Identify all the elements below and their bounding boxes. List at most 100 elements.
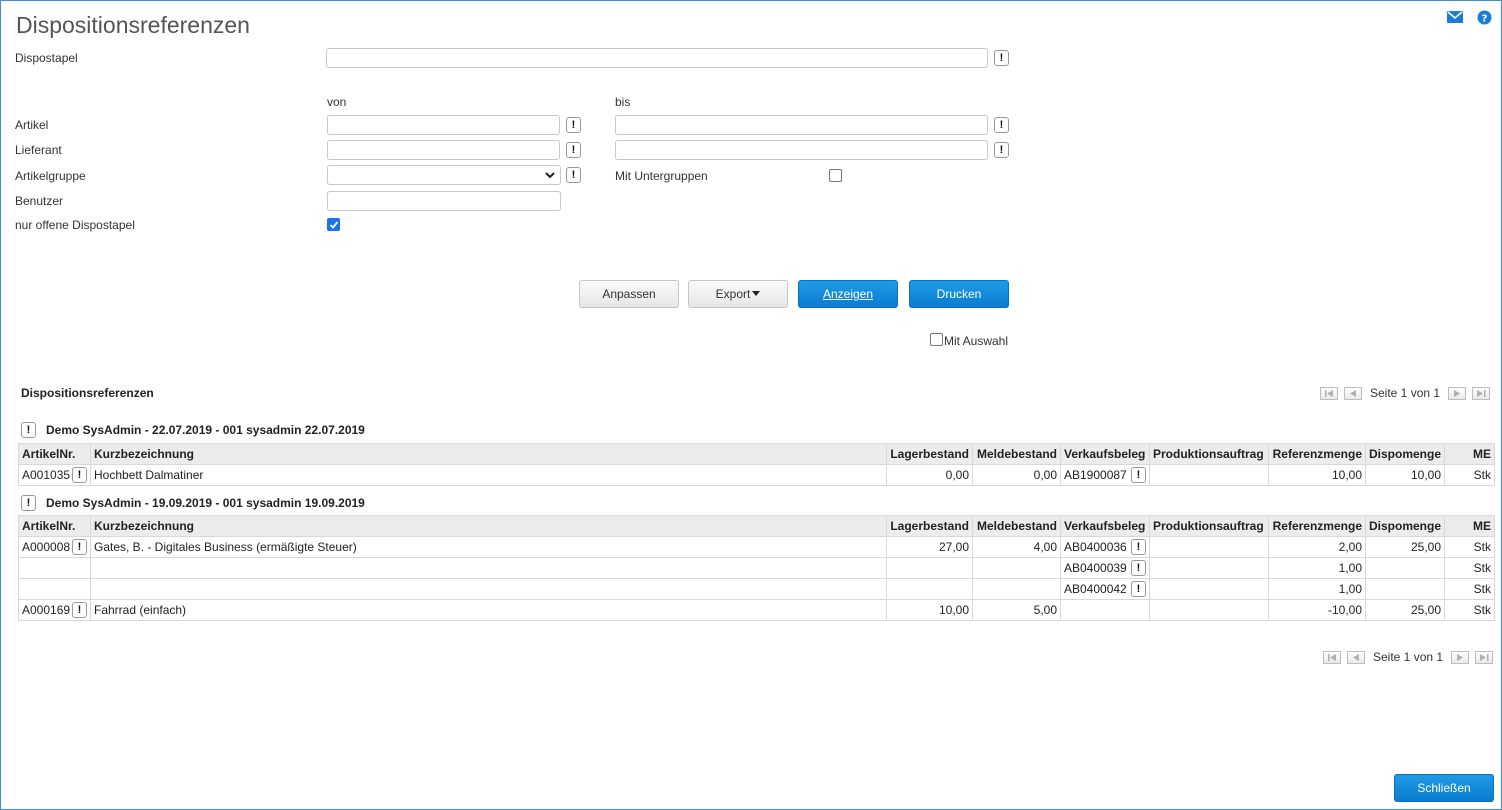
dispomenge-cell: 25,00 xyxy=(1365,599,1445,621)
artikel-bis-input[interactable] xyxy=(615,115,988,135)
column-header[interactable]: Lagerbestand xyxy=(886,515,973,537)
next-page-icon xyxy=(1457,653,1464,661)
column-header[interactable]: Referenzmenge xyxy=(1268,515,1366,537)
me-cell: Stk xyxy=(1444,557,1495,579)
artikelgruppe-select[interactable] xyxy=(327,165,561,185)
next-page-button[interactable] xyxy=(1448,386,1467,400)
nur-offene-checkbox[interactable] xyxy=(327,218,340,231)
table-row[interactable]: AB0400039! 1,00 Stk xyxy=(18,557,1495,579)
meldebestand-cell: 0,00 xyxy=(972,464,1061,486)
column-header[interactable]: Verkaufsbeleg xyxy=(1060,515,1150,537)
export-button[interactable]: Export xyxy=(688,280,788,308)
column-header[interactable]: ArtikelNr. xyxy=(18,515,91,537)
artikel-info-button[interactable]: ! xyxy=(72,467,87,483)
verkaufsbeleg-info-button[interactable]: ! xyxy=(1131,581,1146,597)
dispostapel-lookup-button[interactable]: ! xyxy=(994,50,1009,66)
column-header[interactable]: ArtikelNr. xyxy=(18,443,91,465)
help-icon[interactable]: ? xyxy=(1477,10,1493,25)
artikelnr-cell xyxy=(18,578,91,600)
mit-auswahl-checkbox[interactable] xyxy=(930,333,943,346)
checkmark-icon xyxy=(329,221,339,229)
artikel-bis-lookup-button[interactable]: ! xyxy=(994,117,1009,133)
lagerbestand-cell: 10,00 xyxy=(886,599,973,621)
lieferant-bis-lookup-button[interactable]: ! xyxy=(994,142,1009,158)
column-header[interactable]: Lagerbestand xyxy=(886,443,973,465)
first-page-button[interactable] xyxy=(1320,386,1338,400)
last-page-icon xyxy=(1479,653,1489,661)
table-header-row: ArtikelNr. Kurzbezeichnung Lagerbestand … xyxy=(18,443,1495,465)
verkaufsbeleg-cell: AB0400036 xyxy=(1064,540,1127,554)
lagerbestand-cell: 27,00 xyxy=(886,536,973,558)
column-header[interactable]: Verkaufsbeleg xyxy=(1060,443,1150,465)
meldebestand-cell: 4,00 xyxy=(972,536,1061,558)
von-label: von xyxy=(327,95,347,109)
produktionsauftrag-cell xyxy=(1149,578,1269,600)
kurzbezeichnung-cell: Hochbett Dalmatiner xyxy=(90,464,887,486)
pager-bottom: Seite 1 von 1 xyxy=(1323,650,1499,664)
column-header[interactable]: Produktionsauftrag xyxy=(1149,443,1269,465)
meldebestand-cell: 5,00 xyxy=(972,599,1061,621)
column-header[interactable]: ME xyxy=(1444,443,1495,465)
table-row[interactable]: AB0400042! 1,00 Stk xyxy=(18,578,1495,600)
mit-auswahl-label: Mit Auswahl xyxy=(944,334,1009,348)
column-header[interactable]: Kurzbezeichnung xyxy=(90,515,887,537)
group-2-table: ArtikelNr. Kurzbezeichnung Lagerbestand … xyxy=(18,515,1495,621)
column-header[interactable]: Meldebestand xyxy=(972,443,1061,465)
artikel-info-button[interactable]: ! xyxy=(72,602,87,618)
prev-page-icon xyxy=(1350,389,1356,397)
artikelgruppe-lookup-button[interactable]: ! xyxy=(566,167,581,183)
group-2-info-button[interactable]: ! xyxy=(21,495,36,511)
artikelnr-cell: A000008 xyxy=(22,540,71,554)
column-header[interactable]: Referenzmenge xyxy=(1268,443,1366,465)
group-1-info-button[interactable]: ! xyxy=(21,422,36,438)
table-row[interactable]: A001035! Hochbett Dalmatiner 0,00 0,00 A… xyxy=(18,464,1495,486)
verkaufsbeleg-info-button[interactable]: ! xyxy=(1131,467,1146,483)
mail-icon[interactable] xyxy=(1447,11,1463,25)
artikel-info-button[interactable]: ! xyxy=(72,539,87,555)
me-cell: Stk xyxy=(1444,464,1495,486)
first-page-button[interactable] xyxy=(1323,650,1341,664)
schliessen-button[interactable]: Schließen xyxy=(1394,774,1494,802)
verkaufsbeleg-info-button[interactable]: ! xyxy=(1131,539,1146,555)
last-page-icon xyxy=(1476,389,1486,397)
anpassen-button[interactable]: Anpassen xyxy=(579,280,679,308)
column-header[interactable]: Dispomenge xyxy=(1365,443,1445,465)
mit-untergruppen-checkbox[interactable] xyxy=(829,169,842,182)
last-page-button[interactable] xyxy=(1472,386,1491,400)
verkaufsbeleg-cell xyxy=(1060,599,1150,621)
column-header[interactable]: Meldebestand xyxy=(972,515,1061,537)
table-row[interactable]: A000169! Fahrrad (einfach) 10,00 5,00 -1… xyxy=(18,599,1495,621)
anzeigen-button[interactable]: Anzeigen xyxy=(798,280,898,308)
kurzbezeichnung-cell xyxy=(90,557,887,579)
artikel-label: Artikel xyxy=(15,118,49,132)
group-1-title: Demo SysAdmin - 22.07.2019 - 001 sysadmi… xyxy=(46,423,365,437)
lieferant-von-input[interactable] xyxy=(327,140,560,160)
dispomenge-cell: 25,00 xyxy=(1365,536,1445,558)
column-header[interactable]: Produktionsauftrag xyxy=(1149,515,1269,537)
artikel-von-lookup-button[interactable]: ! xyxy=(566,117,581,133)
benutzer-input[interactable] xyxy=(327,191,561,211)
pager-text: Seite 1 von 1 xyxy=(1370,386,1441,400)
svg-text:?: ? xyxy=(1482,14,1488,25)
prev-page-button[interactable] xyxy=(1347,650,1365,664)
lieferant-von-lookup-button[interactable]: ! xyxy=(566,142,581,158)
column-header[interactable]: ME xyxy=(1444,515,1495,537)
dispomenge-cell xyxy=(1365,557,1445,579)
table-row[interactable]: A000008! Gates, B. - Digitales Business … xyxy=(18,536,1495,558)
lieferant-bis-input[interactable] xyxy=(615,140,988,160)
referenzmenge-cell: 1,00 xyxy=(1268,557,1366,579)
prev-page-button[interactable] xyxy=(1344,386,1362,400)
dispostapel-input[interactable] xyxy=(326,48,988,68)
column-header[interactable]: Kurzbezeichnung xyxy=(90,443,887,465)
produktionsauftrag-cell xyxy=(1149,599,1269,621)
dispostapel-label: Dispostapel xyxy=(15,51,78,65)
artikel-von-input[interactable] xyxy=(327,115,560,135)
last-page-button[interactable] xyxy=(1475,650,1494,664)
next-page-button[interactable] xyxy=(1451,650,1470,664)
group-2-title: Demo SysAdmin - 19.09.2019 - 001 sysadmi… xyxy=(46,496,365,510)
lagerbestand-cell: 0,00 xyxy=(886,464,973,486)
drucken-button[interactable]: Drucken xyxy=(909,280,1009,308)
meldebestand-cell xyxy=(972,557,1061,579)
verkaufsbeleg-info-button[interactable]: ! xyxy=(1131,560,1146,576)
column-header[interactable]: Dispomenge xyxy=(1365,515,1445,537)
